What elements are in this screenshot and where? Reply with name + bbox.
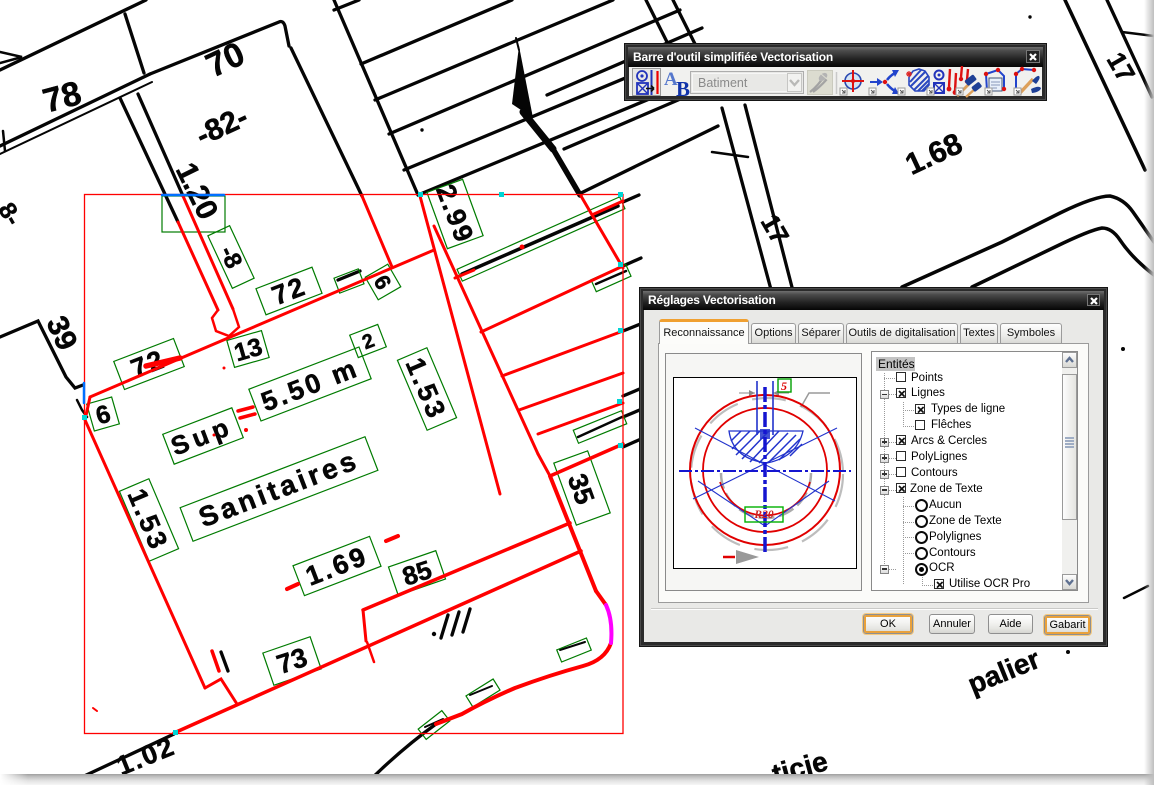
svg-text:2.99: 2.99 — [430, 180, 480, 247]
svg-text:8-: 8- — [0, 198, 27, 230]
svg-text:5: 5 — [781, 379, 787, 393]
svg-text:R20: R20 — [753, 509, 773, 521]
svg-text:B: B — [676, 77, 690, 101]
svg-text:17: 17 — [1101, 47, 1141, 87]
svg-text:70: 70 — [200, 35, 250, 85]
svg-text:5.50 m: 5.50 m — [257, 353, 363, 418]
svg-text:78: 78 — [39, 74, 85, 120]
svg-text:13: 13 — [231, 333, 265, 368]
svg-text:palier: palier — [963, 643, 1044, 700]
svg-text:6: 6 — [369, 271, 397, 294]
svg-text:Batiment: Batiment — [698, 76, 748, 90]
svg-text:39: 39 — [40, 311, 84, 355]
svg-text:1.69: 1.69 — [301, 540, 372, 591]
svg-text:17: 17 — [755, 209, 795, 249]
svg-text:Sanitaires: Sanitaires — [194, 444, 363, 533]
svg-text:6: 6 — [93, 400, 114, 431]
svg-text:-8: -8 — [214, 242, 247, 273]
svg-text:1.20: 1.20 — [169, 158, 224, 225]
svg-text:1.68: 1.68 — [901, 127, 968, 182]
svg-text:2: 2 — [359, 330, 377, 355]
svg-text:-82-: -82- — [191, 100, 253, 152]
